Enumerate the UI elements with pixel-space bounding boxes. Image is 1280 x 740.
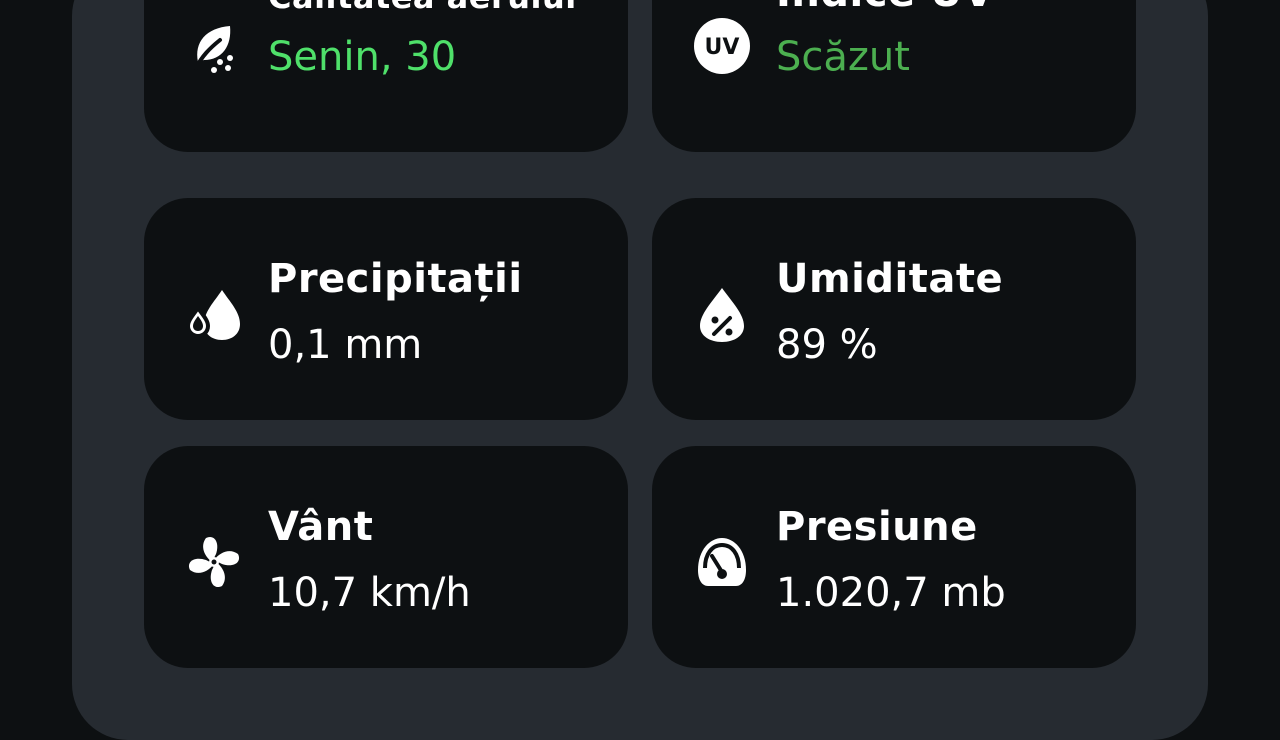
precipitation-tile[interactable]: Precipitații 0,1 mm <box>144 198 628 420</box>
humidity-value: 89 % <box>776 322 878 368</box>
air-quality-tile[interactable]: Calitatea aerului Senin, 30 <box>144 0 628 152</box>
uv-index-tile[interactable]: UV Indice UV Scăzut <box>652 0 1136 152</box>
uv-index-title: Indice UV <box>776 0 994 16</box>
pressure-title: Presiune <box>776 504 978 550</box>
gauge-icon <box>690 530 754 594</box>
water-drop-icon <box>182 282 246 346</box>
leaf-icon <box>182 14 246 78</box>
wind-tile[interactable]: Vânt 10,7 km/h <box>144 446 628 668</box>
air-quality-value: Senin, 30 <box>268 34 457 80</box>
uv-icon-text: UV <box>705 35 740 60</box>
humidity-title: Umiditate <box>776 256 1004 302</box>
weather-details-panel: Calitatea aerului Senin, 30 UV Indice UV… <box>72 0 1208 740</box>
pressure-value: 1.020,7 mb <box>776 570 1006 616</box>
humidity-icon <box>690 282 754 346</box>
air-quality-title: Calitatea aerului <box>268 0 577 16</box>
fan-icon <box>182 530 246 594</box>
uv-index-value: Scăzut <box>776 34 910 80</box>
uv-icon: UV <box>690 14 754 78</box>
wind-title: Vânt <box>268 504 374 550</box>
humidity-tile[interactable]: Umiditate 89 % <box>652 198 1136 420</box>
pressure-tile[interactable]: Presiune 1.020,7 mb <box>652 446 1136 668</box>
precipitation-value: 0,1 mm <box>268 322 423 368</box>
precipitation-title: Precipitații <box>268 256 523 302</box>
wind-value: 10,7 km/h <box>268 570 471 616</box>
